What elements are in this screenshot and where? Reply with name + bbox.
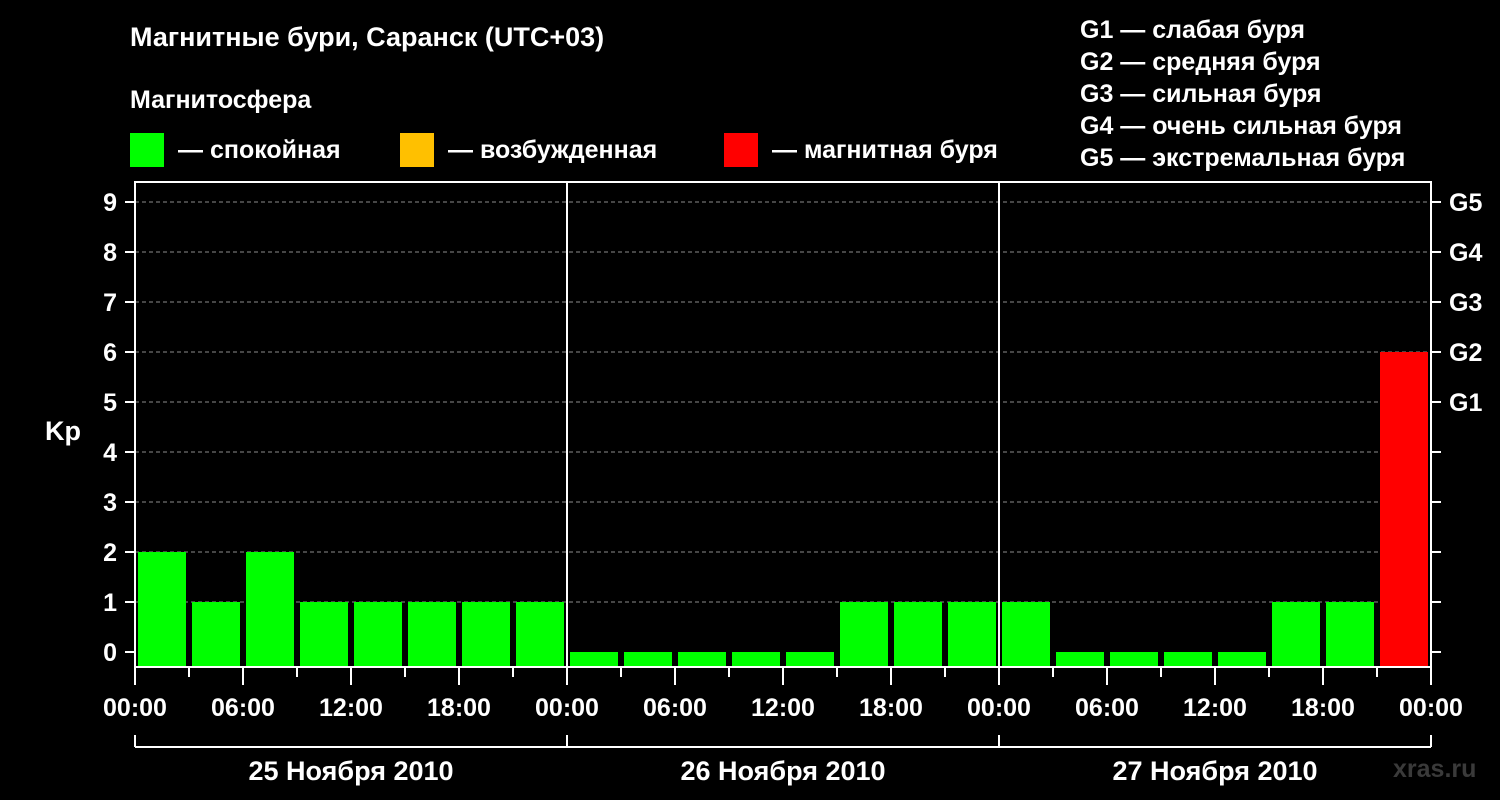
x-tick-label-4: 00:00 (535, 694, 599, 722)
x-tick-label-3: 18:00 (427, 694, 491, 722)
y-tick-label-1: 1 (103, 589, 117, 617)
x-tick-label-8: 00:00 (967, 694, 1031, 722)
day-label-2: 27 Ноября 2010 (1112, 756, 1317, 786)
x-tick-label-1: 06:00 (211, 694, 275, 722)
y-tick-label-6: 6 (103, 339, 117, 367)
bar-14 (894, 602, 942, 667)
y-tick-label-8: 8 (103, 239, 117, 267)
bar-21 (1272, 602, 1320, 667)
y-tick-label-3: 3 (103, 489, 117, 517)
bar-23 (1380, 352, 1428, 667)
bar-7 (516, 602, 564, 667)
day-label-1: 26 Ноября 2010 (680, 756, 885, 786)
y-axis-label: Kp (45, 416, 81, 446)
x-tick-label-11: 18:00 (1291, 694, 1355, 722)
x-tick-label-12: 00:00 (1399, 694, 1463, 722)
bar-5 (408, 602, 456, 667)
bar-20 (1218, 652, 1266, 667)
plot-frame (134, 181, 1432, 668)
y-tick-label-0: 0 (103, 639, 117, 667)
bar-2 (246, 552, 294, 667)
bar-17 (1056, 652, 1104, 667)
y-tick-label-5: 5 (103, 389, 117, 417)
bar-4 (354, 602, 402, 667)
right-tick-label-g1: G1 (1449, 389, 1482, 417)
x-tick-label-9: 06:00 (1075, 694, 1139, 722)
x-tick-label-0: 00:00 (103, 694, 167, 722)
y-tick-label-7: 7 (103, 289, 117, 317)
x-tick-label-7: 18:00 (859, 694, 923, 722)
y-tick-label-9: 9 (103, 189, 117, 217)
bar-6 (462, 602, 510, 667)
watermark: xras.ru (1393, 755, 1477, 783)
bar-3 (300, 602, 348, 667)
day-label-0: 25 Ноября 2010 (248, 756, 453, 786)
bar-15 (948, 602, 996, 667)
bar-22 (1326, 602, 1374, 667)
x-tick-label-6: 12:00 (751, 694, 815, 722)
y-tick-label-2: 2 (103, 539, 117, 567)
bar-19 (1164, 652, 1212, 667)
bar-11 (732, 652, 780, 667)
right-tick-label-g4: G4 (1449, 239, 1482, 267)
bar-8 (570, 652, 618, 667)
bar-10 (678, 652, 726, 667)
kp-chart: 0 1 2 3 4 5 6 7 8 9 G1 G2 G3 G4 G5 Kp 00:00 06:00 12:00 18:… (45, 181, 1482, 786)
bar-1 (192, 602, 240, 667)
right-tick-label-g3: G3 (1449, 289, 1482, 317)
right-tick-label-g2: G2 (1449, 339, 1482, 367)
x-tick-label-2: 12:00 (319, 694, 383, 722)
x-tick-label-5: 06:00 (643, 694, 707, 722)
bar-16 (1002, 602, 1050, 667)
bar-12 (786, 652, 834, 667)
bar-0 (138, 552, 186, 667)
right-tick-label-g5: G5 (1449, 189, 1482, 217)
bar-9 (624, 652, 672, 667)
x-tick-label-10: 12:00 (1183, 694, 1247, 722)
bar-13 (840, 602, 888, 667)
y-tick-label-4: 4 (103, 439, 117, 467)
bar-18 (1110, 652, 1158, 667)
